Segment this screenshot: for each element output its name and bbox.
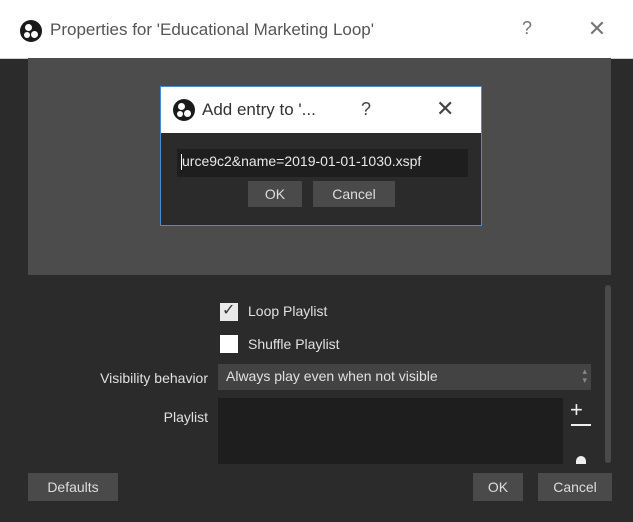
playlist-list[interactable] — [218, 398, 563, 464]
loop-playlist-label: Loop Playlist — [248, 303, 328, 319]
updown-arrow-icon: ▴ ▾ — [582, 366, 587, 385]
add-entry-ok-button[interactable]: OK — [248, 181, 302, 207]
visibility-behavior-select[interactable]: Always play even when not visible ▴ ▾ — [218, 364, 591, 390]
minus-icon[interactable] — [571, 424, 591, 426]
cancel-button[interactable]: Cancel — [538, 473, 612, 501]
add-entry-close-button[interactable]: ✕ — [436, 96, 454, 122]
add-entry-title-bar: Add entry to '... ? ✕ — [161, 87, 481, 133]
entry-path-value: urce9c2&name=2019-01-01-1030.xspf — [182, 153, 422, 169]
add-entry-dialog: Add entry to '... ? ✕ urce9c2&name=2019-… — [160, 86, 482, 226]
defaults-button[interactable]: Defaults — [28, 473, 118, 501]
help-button[interactable]: ? — [517, 18, 537, 39]
properties-scrollbar[interactable] — [605, 285, 611, 463]
add-entry-cancel-button[interactable]: Cancel — [313, 181, 395, 207]
visibility-behavior-label: Visibility behavior — [100, 370, 208, 386]
shuffle-playlist-label: Shuffle Playlist — [248, 336, 340, 352]
visibility-behavior-value: Always play even when not visible — [226, 368, 438, 384]
shuffle-playlist-checkbox[interactable] — [220, 335, 238, 353]
window-title-bar: Properties for 'Educational Marketing Lo… — [0, 0, 633, 59]
add-entry-help-button[interactable]: ? — [361, 99, 371, 120]
ok-button[interactable]: OK — [473, 473, 523, 501]
obs-logo-icon — [20, 20, 42, 42]
add-playlist-entry-button[interactable]: + — [570, 397, 583, 423]
loop-playlist-checkbox[interactable] — [220, 300, 238, 321]
close-button[interactable]: ✕ — [586, 16, 608, 42]
obs-logo-icon — [173, 99, 195, 121]
gear-icon[interactable] — [576, 456, 586, 464]
window-title: Properties for 'Educational Marketing Lo… — [50, 20, 375, 39]
playlist-label: Playlist — [163, 409, 208, 425]
entry-path-input[interactable]: urce9c2&name=2019-01-01-1030.xspf — [177, 149, 468, 177]
add-entry-title: Add entry to '... — [202, 100, 316, 119]
